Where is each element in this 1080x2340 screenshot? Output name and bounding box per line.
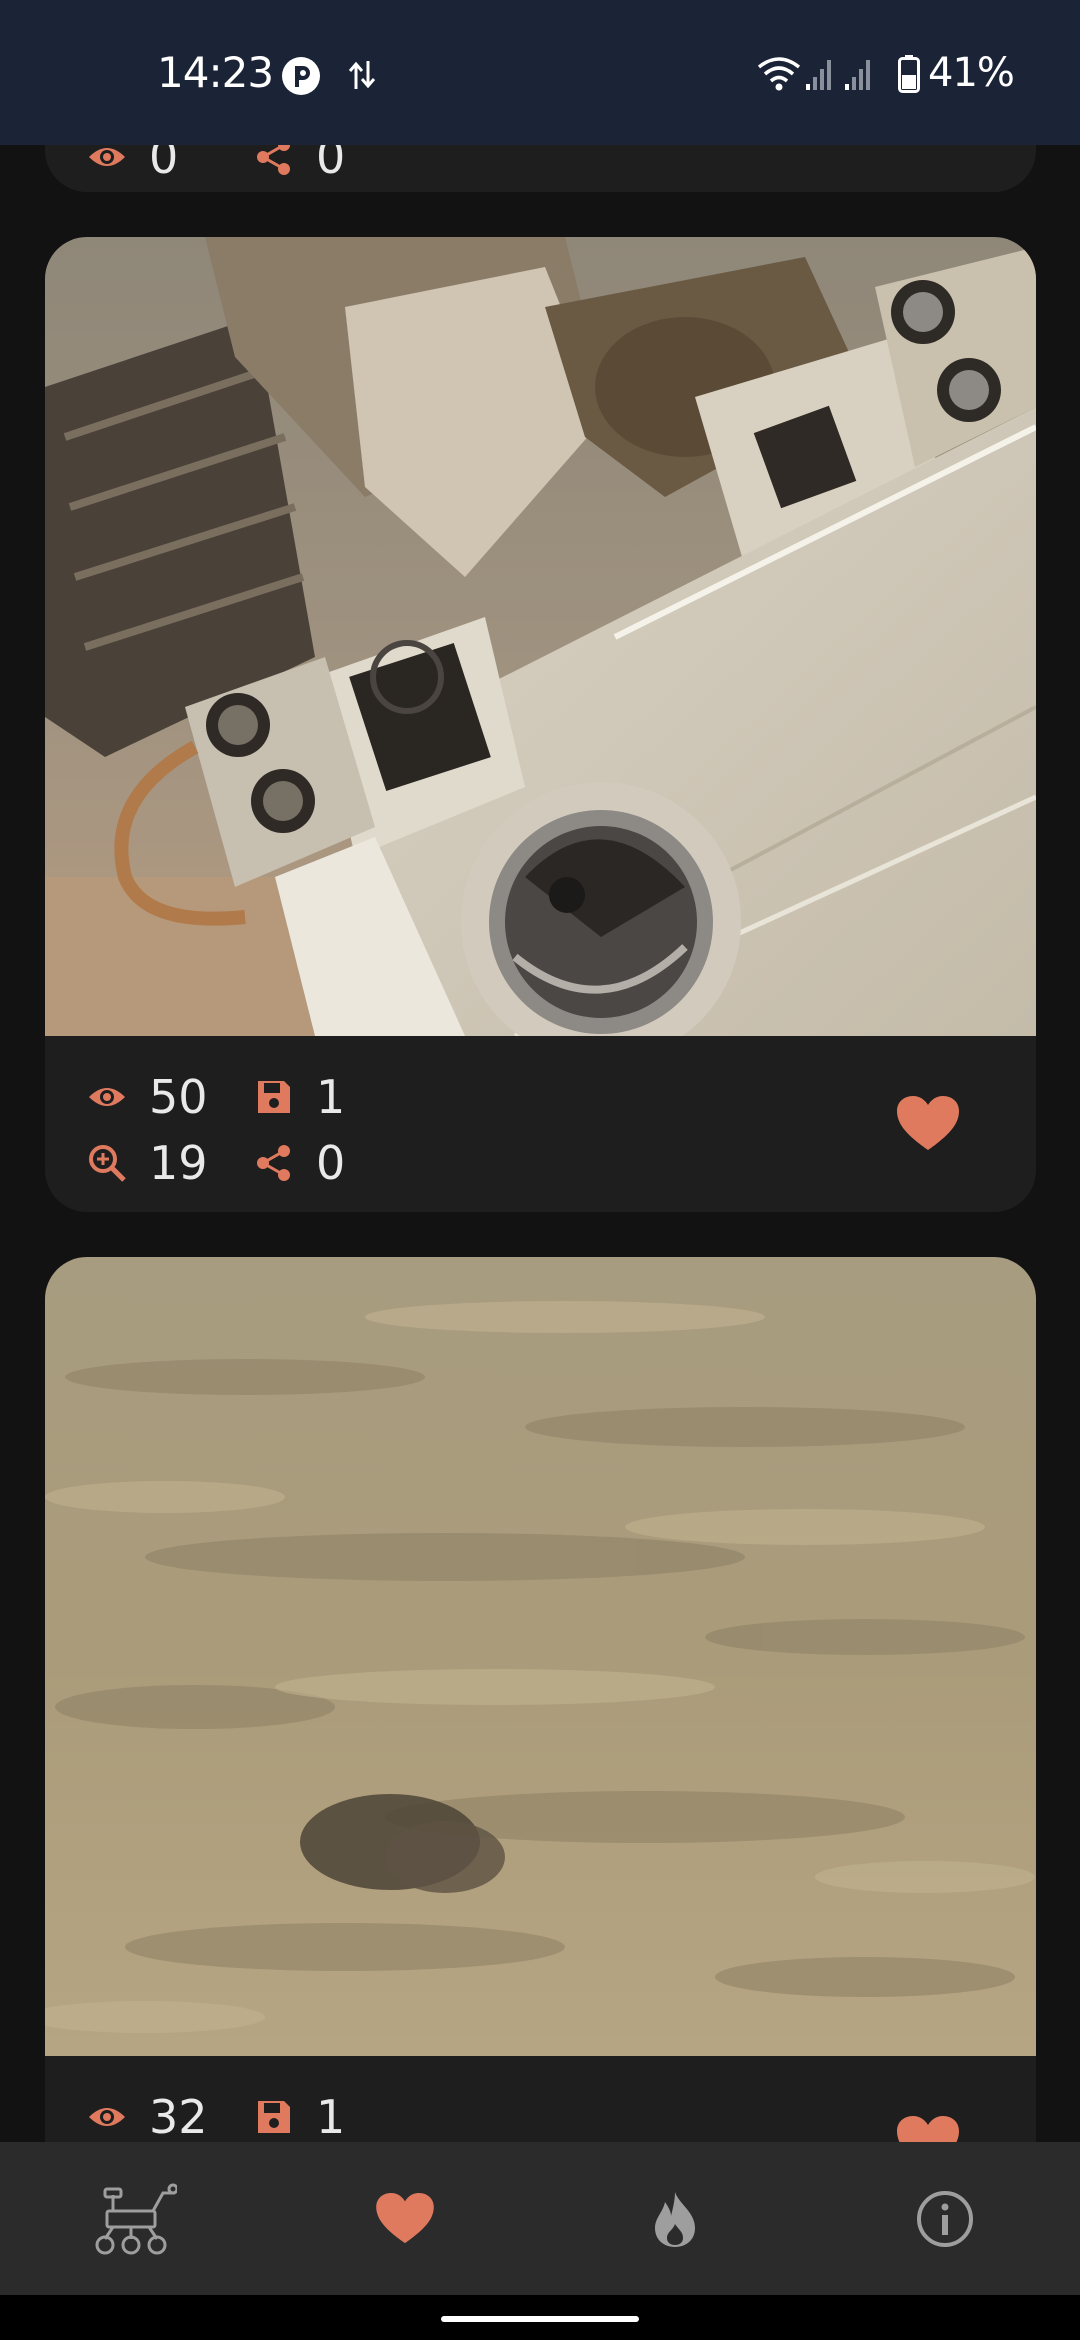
mars-surface-photo[interactable] xyxy=(45,1257,1036,2056)
zoom-in-icon xyxy=(89,1145,126,1182)
gesture-navigation-area xyxy=(0,2295,1080,2340)
photo-feed[interactable]: 0 0 50 1 19 0 32 1 xyxy=(0,0,1080,2340)
shares-count: 0 xyxy=(316,1136,346,1190)
zooms-count: 19 xyxy=(149,1136,208,1190)
photo-card[interactable]: 50 1 19 0 xyxy=(45,237,1036,1212)
photo-card[interactable]: 32 1 xyxy=(45,1257,1036,2232)
stat-views: 50 xyxy=(87,1070,208,1124)
nav-info[interactable] xyxy=(810,2142,1080,2295)
stat-shares: 0 xyxy=(254,1136,345,1190)
home-gesture-handle[interactable] xyxy=(441,2316,639,2322)
battery-percentage: 41% xyxy=(928,50,1015,96)
floppy-disk-icon xyxy=(258,1081,290,1113)
data-transfer-icon xyxy=(348,61,376,89)
rover-icon xyxy=(95,2183,177,2254)
heart-icon xyxy=(376,2192,434,2243)
stat-zooms: 19 xyxy=(87,1136,208,1190)
flame-icon xyxy=(655,2191,695,2247)
stat-saves: 1 xyxy=(254,2090,345,2144)
stat-views: 32 xyxy=(87,2090,208,2144)
nav-rover[interactable] xyxy=(0,2142,270,2295)
signal-icon xyxy=(845,60,870,90)
stat-saves: 1 xyxy=(254,1070,345,1124)
status-time: 14:23 xyxy=(157,48,274,97)
app-notification-icon xyxy=(282,57,320,95)
share-icon xyxy=(257,1145,290,1181)
eye-icon xyxy=(89,1088,125,1106)
nav-popular[interactable] xyxy=(540,2142,810,2295)
info-icon xyxy=(917,2190,973,2247)
heart-icon[interactable] xyxy=(897,1096,959,1152)
views-count: 32 xyxy=(149,2090,208,2144)
eye-icon xyxy=(89,2108,125,2126)
bottom-navigation xyxy=(0,2142,1080,2295)
signal-icon xyxy=(806,60,831,90)
floppy-disk-icon xyxy=(258,2101,290,2133)
views-count: 50 xyxy=(149,1070,208,1124)
battery-icon xyxy=(898,55,920,93)
photo-stats: 50 1 19 0 xyxy=(45,1036,1036,1212)
saves-count: 1 xyxy=(316,1070,346,1124)
nav-favorites[interactable] xyxy=(270,2142,540,2295)
status-bar: 14:23 41% xyxy=(0,0,1080,145)
saves-count: 1 xyxy=(316,2090,346,2144)
wifi-icon xyxy=(757,57,801,91)
rover-turret-photo[interactable] xyxy=(45,237,1036,1036)
